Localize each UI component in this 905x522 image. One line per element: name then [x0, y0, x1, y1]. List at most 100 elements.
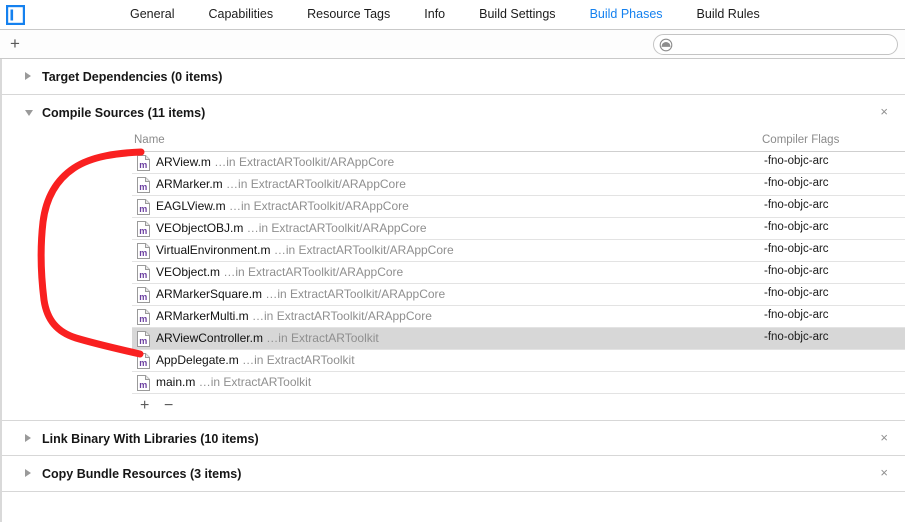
phase-compile-sources[interactable]: Compile Sources (11 items) ×: [2, 95, 905, 131]
filter-circle-icon: [659, 38, 673, 52]
disclosure-triangle-open-icon[interactable]: [25, 110, 33, 116]
table-row[interactable]: m AppDelegate.m …in ExtractARToolkit: [132, 350, 905, 372]
filter-search-field[interactable]: [653, 34, 898, 56]
objc-m-file-icon: m: [137, 177, 150, 193]
remove-phase-copy-bundle-button[interactable]: ×: [880, 466, 888, 480]
phase-title-copy-bundle-resources: Copy Bundle Resources (3 items): [42, 467, 242, 481]
table-row[interactable]: m ARView.m …in ExtractARToolkit/ARAppCore…: [132, 152, 905, 174]
file-basename: AppDelegate.m: [156, 353, 239, 367]
target-editor-tabs: General Capabilities Resource Tags Info …: [130, 0, 794, 29]
svg-text:m: m: [139, 160, 147, 170]
table-row[interactable]: m ARMarker.m …in ExtractARToolkit/ARAppCo…: [132, 174, 905, 196]
file-name-label: ARViewController.m …in ExtractARToolkit: [156, 331, 379, 345]
add-file-button[interactable]: +: [140, 398, 149, 414]
file-name-label: main.m …in ExtractARToolkit: [156, 375, 311, 389]
compiler-flags-cell[interactable]: -fno-objc-arc: [764, 265, 829, 277]
file-path-label: …in ExtractARToolkit/ARAppCore: [246, 221, 427, 235]
remove-phase-link-binary-button[interactable]: ×: [880, 431, 888, 445]
objc-m-file-icon: m: [137, 331, 150, 347]
svg-text:m: m: [139, 380, 147, 390]
objc-m-file-icon: m: [137, 155, 150, 171]
file-path-label: …in ExtractARToolkit/ARAppCore: [223, 265, 404, 279]
file-basename: main.m: [156, 375, 196, 389]
file-name-label: ARView.m …in ExtractARToolkit/ARAppCore: [156, 155, 394, 169]
file-name-label: VEObject.m …in ExtractARToolkit/ARAppCor…: [156, 265, 403, 279]
build-phases-content: Target Dependencies (0 items) Compile So…: [0, 59, 905, 522]
phase-target-dependencies[interactable]: Target Dependencies (0 items): [2, 59, 905, 95]
svg-text:m: m: [139, 358, 147, 368]
file-path-label: …in ExtractARToolkit: [242, 353, 355, 367]
phase-title-target-dependencies: Target Dependencies (0 items): [42, 70, 223, 84]
column-header-name[interactable]: Name: [134, 134, 165, 146]
file-basename: ARMarkerMulti.m: [156, 309, 249, 323]
remove-file-button[interactable]: −: [164, 398, 173, 414]
tab-capabilities[interactable]: Capabilities: [208, 0, 273, 29]
compiler-flags-cell[interactable]: -fno-objc-arc: [764, 221, 829, 233]
column-header-compiler-flags[interactable]: Compiler Flags: [762, 134, 839, 146]
objc-m-file-icon: m: [137, 353, 150, 369]
compiler-flags-cell[interactable]: -fno-objc-arc: [764, 309, 829, 321]
table-row[interactable]: m VEObjectOBJ.m …in ExtractARToolkit/ARAp…: [132, 218, 905, 240]
svg-text:m: m: [139, 270, 147, 280]
file-basename: ARMarkerSquare.m: [156, 287, 263, 301]
table-row[interactable]: m ARMarkerMulti.m …in ExtractARToolkit/AR…: [132, 306, 905, 328]
disclosure-triangle-closed-icon[interactable]: [25, 72, 31, 80]
compiler-flags-cell[interactable]: -fno-objc-arc: [764, 155, 829, 167]
objc-m-file-icon: m: [137, 309, 150, 325]
table-row[interactable]: m ARMarkerSquare.m …in ExtractARToolkit/A…: [132, 284, 905, 306]
disclosure-triangle-closed-icon[interactable]: [25, 469, 31, 477]
filter-search-input[interactable]: [678, 35, 894, 56]
file-name-label: ARMarkerSquare.m …in ExtractARToolkit/AR…: [156, 287, 445, 301]
tab-build-settings[interactable]: Build Settings: [479, 0, 555, 29]
file-path-label: …in ExtractARToolkit: [198, 375, 312, 389]
phase-title-compile-sources: Compile Sources (11 items): [42, 106, 206, 120]
compiler-flags-cell[interactable]: -fno-objc-arc: [764, 177, 829, 189]
compiler-flags-cell[interactable]: -fno-objc-arc: [764, 243, 829, 255]
file-name-label: ARMarker.m …in ExtractARToolkit/ARAppCor…: [156, 177, 406, 191]
file-table-body: m ARView.m …in ExtractARToolkit/ARAppCore…: [132, 152, 905, 394]
objc-m-file-icon: m: [137, 287, 150, 303]
tab-resource-tags[interactable]: Resource Tags: [307, 0, 390, 29]
svg-text:m: m: [139, 226, 147, 236]
table-row[interactable]: m main.m …in ExtractARToolkit: [132, 372, 905, 394]
phase-link-binary-with-libraries[interactable]: Link Binary With Libraries (10 items) ×: [2, 420, 905, 456]
file-path-label: …in ExtractARToolkit/ARAppCore: [226, 177, 406, 191]
svg-text:m: m: [139, 336, 147, 346]
svg-text:m: m: [139, 204, 147, 214]
compiler-flags-cell[interactable]: -fno-objc-arc: [764, 287, 829, 299]
objc-m-file-icon: m: [137, 221, 150, 237]
table-row[interactable]: m VEObject.m …in ExtractARToolkit/ARAppCo…: [132, 262, 905, 284]
file-table-footer: + −: [132, 394, 905, 420]
table-row[interactable]: m ARViewController.m …in ExtractARToolkit…: [132, 328, 905, 350]
svg-text:m: m: [139, 248, 147, 258]
file-basename: ARView.m: [156, 155, 211, 169]
project-navigator-icon[interactable]: [6, 5, 25, 25]
tab-info[interactable]: Info: [424, 0, 445, 29]
file-basename: EAGLView.m: [156, 199, 226, 213]
tab-general[interactable]: General: [130, 0, 174, 29]
disclosure-triangle-closed-icon[interactable]: [25, 434, 31, 442]
file-table-header-row: Name Compiler Flags: [132, 131, 905, 152]
remove-phase-compile-sources-button[interactable]: ×: [880, 105, 888, 119]
compiler-flags-cell[interactable]: -fno-objc-arc: [764, 331, 829, 343]
tab-build-phases[interactable]: Build Phases: [590, 0, 663, 29]
objc-m-file-icon: m: [137, 199, 150, 215]
tab-bar: General Capabilities Resource Tags Info …: [0, 0, 905, 30]
add-build-phase-button[interactable]: +: [7, 35, 23, 52]
file-basename: VEObjectOBJ.m: [156, 221, 244, 235]
svg-text:m: m: [139, 182, 147, 192]
file-path-label: …in ExtractARToolkit/ARAppCore: [265, 287, 446, 301]
objc-m-file-icon: m: [137, 375, 150, 391]
file-name-label: VEObjectOBJ.m …in ExtractARToolkit/ARApp…: [156, 221, 427, 235]
file-path-label: …in ExtractARToolkit/ARAppCore: [252, 309, 432, 323]
file-name-label: EAGLView.m …in ExtractARToolkit/ARAppCor…: [156, 199, 409, 213]
file-path-label: …in ExtractARToolkit: [266, 331, 379, 345]
file-basename: VEObject.m: [156, 265, 221, 279]
phase-copy-bundle-resources[interactable]: Copy Bundle Resources (3 items) ×: [2, 456, 905, 492]
compile-sources-file-table: Name Compiler Flags m ARView.m …in Extrac…: [132, 131, 905, 420]
compiler-flags-cell[interactable]: -fno-objc-arc: [764, 199, 829, 211]
tab-build-rules[interactable]: Build Rules: [697, 0, 760, 29]
file-name-label: VirtualEnvironment.m …in ExtractARToolki…: [156, 243, 454, 257]
table-row[interactable]: m VirtualEnvironment.m …in ExtractARToolk…: [132, 240, 905, 262]
table-row[interactable]: m EAGLView.m …in ExtractARToolkit/ARAppCo…: [132, 196, 905, 218]
